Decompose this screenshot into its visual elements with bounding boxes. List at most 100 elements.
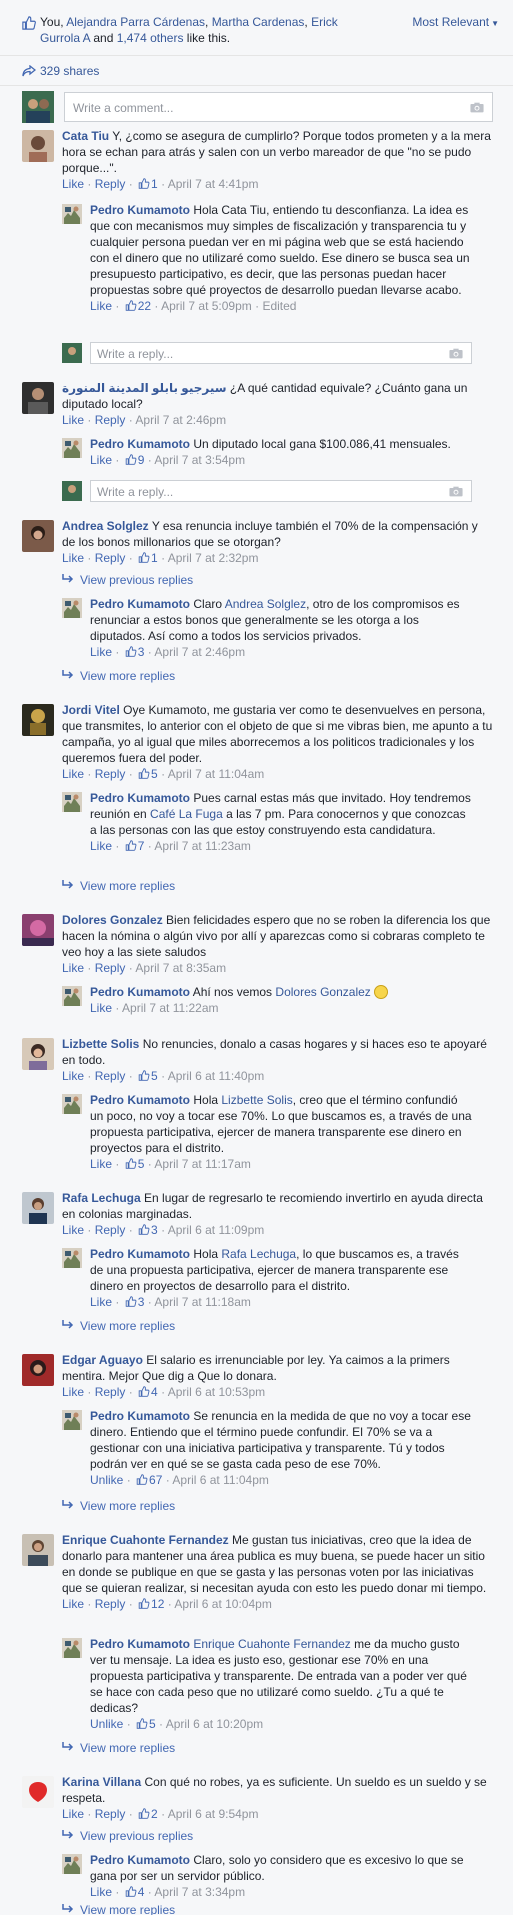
- like-count[interactable]: 67: [149, 1473, 162, 1487]
- reply-button[interactable]: Reply: [95, 551, 126, 565]
- like-count[interactable]: 3: [151, 1223, 158, 1237]
- timestamp[interactable]: April 6 at 10:53pm: [168, 1385, 265, 1399]
- liker-link-2[interactable]: Martha Cardenas: [212, 15, 305, 29]
- like-button[interactable]: Like: [90, 453, 112, 467]
- comment-author[interactable]: Jordi Vitel: [62, 703, 120, 717]
- reply-button[interactable]: Reply: [95, 961, 126, 975]
- unlike-button[interactable]: Unlike: [90, 1717, 123, 1731]
- like-count[interactable]: 5: [138, 1157, 145, 1171]
- like-count[interactable]: 12: [151, 1597, 164, 1611]
- timestamp[interactable]: April 7 at 11:23am: [154, 839, 251, 853]
- like-button[interactable]: Like: [62, 1385, 84, 1399]
- comment-author[interactable]: Lizbette Solis: [62, 1037, 139, 1051]
- timestamp[interactable]: April 7 at 11:04am: [168, 767, 265, 781]
- timestamp[interactable]: April 6 at 10:04pm: [174, 1597, 271, 1611]
- timestamp[interactable]: April 6 at 11:04pm: [172, 1473, 269, 1487]
- like-count[interactable]: 3: [138, 645, 145, 659]
- timestamp[interactable]: April 7 at 2:46pm: [154, 645, 245, 659]
- like-count[interactable]: 4: [151, 1385, 158, 1399]
- like-count[interactable]: 22: [138, 299, 151, 313]
- view-more-replies[interactable]: View more replies: [62, 1498, 175, 1514]
- view-previous-replies[interactable]: View previous replies: [62, 1828, 193, 1844]
- like-count[interactable]: 9: [138, 453, 145, 467]
- sort-dropdown[interactable]: Most Relevant ▼: [412, 14, 499, 32]
- reply-author[interactable]: Pedro Kumamoto: [90, 203, 190, 217]
- timestamp[interactable]: April 7 at 5:09pm: [161, 299, 252, 313]
- mention-link[interactable]: Andrea Solglez: [225, 597, 306, 611]
- like-button[interactable]: Like: [62, 1223, 84, 1237]
- unlike-button[interactable]: Unlike: [90, 1473, 123, 1487]
- liker-link-1[interactable]: Alejandra Parra Cárdenas: [66, 15, 205, 29]
- like-button[interactable]: Like: [90, 839, 112, 853]
- like-count[interactable]: 5: [151, 767, 158, 781]
- mention-link[interactable]: Dolores Gonzalez: [275, 985, 370, 999]
- view-previous-replies[interactable]: View previous replies: [62, 572, 193, 588]
- like-count[interactable]: 5: [149, 1717, 156, 1731]
- reply-author[interactable]: Pedro Kumamoto: [90, 985, 190, 999]
- reply-button[interactable]: Reply: [95, 1597, 126, 1611]
- reply-author[interactable]: Pedro Kumamoto: [90, 437, 190, 451]
- timestamp[interactable]: April 6 at 11:09pm: [168, 1223, 265, 1237]
- camera-icon[interactable]: [449, 348, 463, 359]
- view-more-replies[interactable]: View more replies: [62, 1740, 175, 1756]
- reply-button[interactable]: Reply: [95, 767, 126, 781]
- reply-author[interactable]: Pedro Kumamoto: [90, 597, 190, 611]
- timestamp[interactable]: April 7 at 4:41pm: [168, 177, 259, 191]
- reply-button[interactable]: Reply: [95, 1069, 126, 1083]
- like-button[interactable]: Like: [90, 1295, 112, 1309]
- reply-author[interactable]: Pedro Kumamoto: [90, 1853, 190, 1867]
- mention-link[interactable]: Rafa Lechuga: [221, 1247, 296, 1261]
- like-count[interactable]: 3: [138, 1295, 145, 1309]
- comment-author[interactable]: Dolores Gonzalez: [62, 913, 163, 927]
- like-count[interactable]: 2: [151, 1807, 158, 1821]
- like-count[interactable]: 1: [151, 551, 158, 565]
- reply-button[interactable]: Reply: [95, 1385, 126, 1399]
- comment-author[interactable]: Cata Tiu: [62, 129, 109, 143]
- timestamp[interactable]: April 6 at 11:40pm: [168, 1069, 265, 1083]
- comment-author[interactable]: Enrique Cuahonte Fernandez: [62, 1533, 229, 1547]
- view-more-replies[interactable]: View more replies: [62, 668, 175, 684]
- reply-button[interactable]: Reply: [95, 177, 126, 191]
- timestamp[interactable]: April 7 at 11:18am: [154, 1295, 251, 1309]
- comment-author[interactable]: Rafa Lechuga: [62, 1191, 141, 1205]
- mention-link[interactable]: Enrique Cuahonte Fernandez: [193, 1637, 350, 1651]
- comment-author[interactable]: سيرجيو بابلو المدينة المنورة: [62, 381, 227, 395]
- comment-author[interactable]: Karina Villana: [62, 1775, 141, 1789]
- camera-icon[interactable]: [470, 102, 484, 113]
- like-button[interactable]: Like: [90, 1157, 112, 1171]
- like-button[interactable]: Like: [90, 645, 112, 659]
- reply-author[interactable]: Pedro Kumamoto: [90, 1247, 190, 1261]
- others-likers-link[interactable]: 1,474 others: [117, 31, 184, 45]
- view-more-replies[interactable]: View more replies: [62, 878, 175, 894]
- reply-author[interactable]: Pedro Kumamoto: [90, 1093, 190, 1107]
- reply-author[interactable]: Pedro Kumamoto: [90, 1637, 190, 1651]
- like-button[interactable]: Like: [62, 413, 84, 427]
- reply-input[interactable]: Write a reply...: [90, 342, 472, 364]
- camera-icon[interactable]: [449, 486, 463, 497]
- like-button[interactable]: Like: [62, 551, 84, 565]
- comment-author[interactable]: Andrea Solglez: [62, 519, 149, 533]
- comment-input[interactable]: Write a comment...: [64, 92, 493, 122]
- timestamp[interactable]: April 7 at 11:22am: [122, 1001, 219, 1015]
- reply-input[interactable]: Write a reply...: [90, 480, 472, 502]
- timestamp[interactable]: April 7 at 2:46pm: [135, 413, 226, 427]
- reply-author[interactable]: Pedro Kumamoto: [90, 1409, 190, 1423]
- like-button[interactable]: Like: [90, 1885, 112, 1899]
- timestamp[interactable]: April 6 at 10:20pm: [166, 1717, 263, 1731]
- view-more-replies[interactable]: View more replies: [62, 1902, 175, 1915]
- like-count[interactable]: 5: [151, 1069, 158, 1083]
- shares-link[interactable]: 329 shares: [40, 63, 99, 79]
- mention-link[interactable]: Lizbette Solis: [221, 1093, 292, 1107]
- reply-button[interactable]: Reply: [95, 413, 126, 427]
- like-button[interactable]: Like: [62, 1069, 84, 1083]
- like-button[interactable]: Like: [90, 1001, 112, 1015]
- mention-link[interactable]: Café La Fuga: [150, 807, 223, 821]
- timestamp[interactable]: April 7 at 8:35am: [135, 961, 226, 975]
- reply-button[interactable]: Reply: [95, 1223, 126, 1237]
- like-count[interactable]: 4: [138, 1885, 145, 1899]
- like-button[interactable]: Like: [90, 299, 112, 313]
- like-button[interactable]: Like: [62, 961, 84, 975]
- like-count[interactable]: 1: [151, 177, 158, 191]
- reply-button[interactable]: Reply: [95, 1807, 126, 1821]
- like-count[interactable]: 7: [138, 839, 145, 853]
